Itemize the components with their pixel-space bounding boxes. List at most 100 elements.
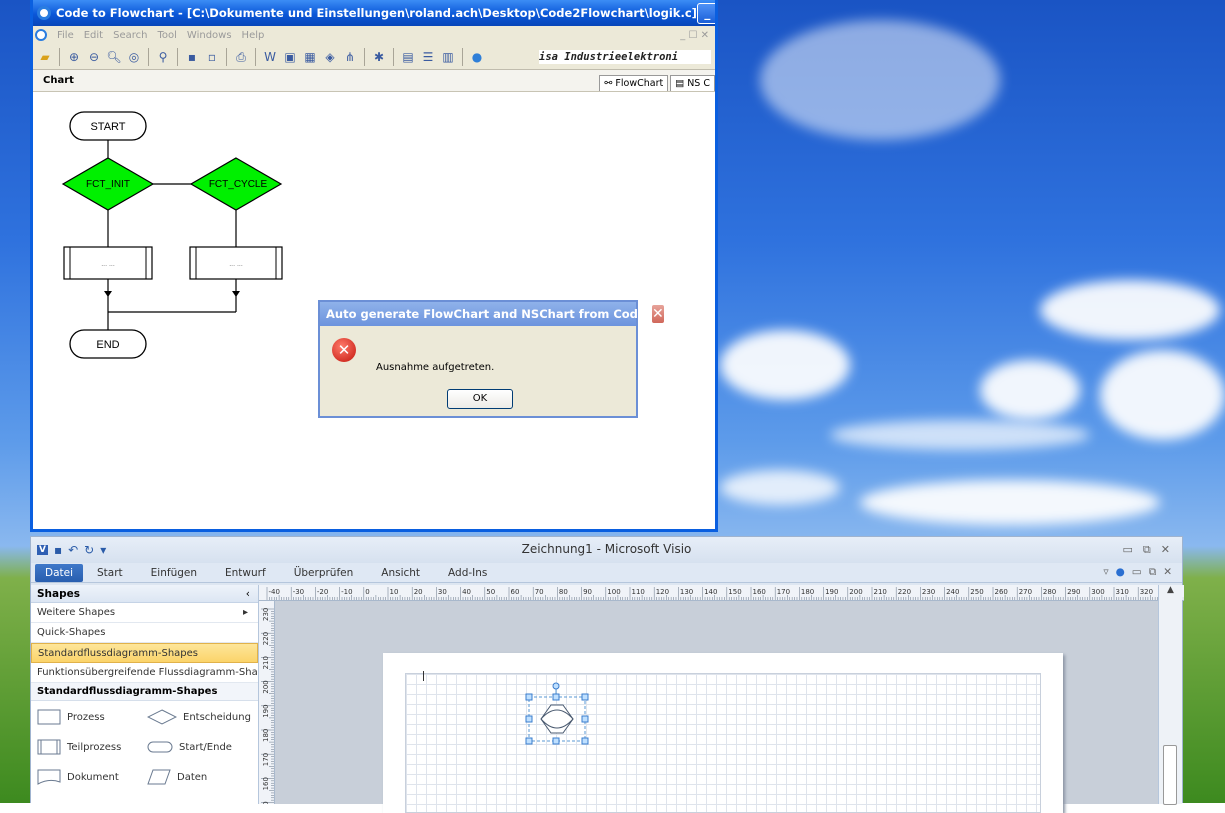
zoom-in-icon[interactable]: ⊕ <box>66 49 82 65</box>
ok-button[interactable]: OK <box>447 389 513 409</box>
fct-init-label: FCT_INIT <box>86 179 130 190</box>
ruler-h-label: 160 <box>753 588 766 596</box>
save-icon[interactable]: ▪ <box>54 543 62 557</box>
tab-nschart[interactable]: ▤ NS C <box>670 75 715 91</box>
ruler-h-label: 90 <box>583 588 592 596</box>
open-folder-icon[interactable]: ▰ <box>37 49 53 65</box>
visio-restore-button[interactable]: ⧉ <box>1143 543 1151 557</box>
ribbon-collapse-icon[interactable]: ▿ <box>1103 566 1108 579</box>
shape-dokument[interactable]: Dokument <box>37 769 147 785</box>
menu-windows[interactable]: Windows <box>187 30 232 41</box>
shape-entscheidung[interactable]: Entscheidung <box>147 709 257 725</box>
stencil-standardflussdiagramm[interactable]: Standardflussdiagramm-Shapes <box>31 643 258 663</box>
ruler-v-label: 220 <box>262 632 270 645</box>
tree-icon[interactable]: ⋔ <box>342 49 358 65</box>
process-1-label: ... ... <box>101 261 115 268</box>
visio-minimize-button[interactable]: ▭ <box>1123 543 1133 557</box>
ruler-h-label: 180 <box>801 588 814 596</box>
tab-add-ins[interactable]: Add-Ins <box>434 567 501 579</box>
end-label: END <box>96 339 119 351</box>
tab-datei[interactable]: Datei <box>35 563 84 582</box>
print-icon[interactable]: ⎙ <box>233 49 249 65</box>
help-icon[interactable]: ● <box>1116 566 1125 579</box>
stencil-funktionsuebergreifend[interactable]: Funktionsübergreifende Flussdiagramm-Sha… <box>31 663 258 683</box>
minimize-button[interactable]: _ <box>696 2 715 24</box>
ruler-h-label: 220 <box>898 588 911 596</box>
doc-restore-icon[interactable]: ⧉ <box>1149 566 1157 579</box>
doc-minimize-icon[interactable]: ▭ <box>1132 566 1142 579</box>
menubar: File Edit Search Tool Windows Help _ ☐ ✕ <box>33 26 715 44</box>
export-word-icon[interactable]: W <box>262 49 278 65</box>
settings-icon[interactable]: ✱ <box>371 49 387 65</box>
ruler-h-label: 320 <box>1140 588 1153 596</box>
zoom-icon[interactable]: 🔍︎ <box>106 49 122 65</box>
tab-entwurf[interactable]: Entwurf <box>211 567 280 579</box>
export-visio-icon[interactable]: ◈ <box>322 49 338 65</box>
ruler-h-label: 200 <box>849 588 862 596</box>
tab-ueberpruefen[interactable]: Überprüfen <box>280 567 368 579</box>
quick-shapes[interactable]: Quick-Shapes <box>31 623 258 643</box>
tab-einfuegen[interactable]: Einfügen <box>137 567 211 579</box>
menu-tool[interactable]: Tool <box>157 30 176 41</box>
shape-teilprozess[interactable]: Teilprozess <box>37 739 147 755</box>
ruler-h-label: -40 <box>269 588 280 596</box>
weitere-shapes[interactable]: Weitere Shapes ▸ <box>31 603 258 623</box>
export-bitmap-icon[interactable]: ▦ <box>302 49 318 65</box>
flowchart-window-titlebar[interactable]: Code to Flowchart - [C:\Dokumente und Ei… <box>33 0 715 26</box>
vertical-scrollbar[interactable]: ▲ <box>1158 585 1182 805</box>
ruler-v-label: 170 <box>262 753 270 766</box>
tab-start[interactable]: Start <box>83 567 137 579</box>
ribbon-tabs: Datei Start Einfügen Entwurf Überprüfen … <box>31 563 1182 583</box>
tab-ansicht[interactable]: Ansicht <box>367 567 434 579</box>
tab-flowchart[interactable]: ⚯ FlowChart <box>599 75 669 91</box>
drawing-canvas[interactable] <box>275 601 1160 813</box>
drawing-page[interactable] <box>383 653 1063 813</box>
save-as-icon[interactable]: ▫ <box>204 49 220 65</box>
ruler-h-label: 50 <box>486 588 495 596</box>
mdi-controls[interactable]: _ ☐ ✕ <box>680 30 709 41</box>
ruler-v-label: 210 <box>262 656 270 669</box>
menu-search[interactable]: Search <box>113 30 147 41</box>
help-icon[interactable]: ● <box>469 49 485 65</box>
zoom-out-icon[interactable]: ⊖ <box>86 49 102 65</box>
ruler-h-label: 250 <box>970 588 983 596</box>
shape-daten[interactable]: Daten <box>147 769 257 785</box>
ruler-h-label: 30 <box>438 588 447 596</box>
submenu-arrow-icon: ▸ <box>242 607 248 618</box>
customize-qat-icon[interactable]: ▾ <box>100 543 106 557</box>
save-icon[interactable]: ▪ <box>184 49 200 65</box>
visio-window: V ▪ ↶ ↻ ▾ Zeichnung1 - Microsoft Visio ▭… <box>30 536 1184 813</box>
dialog-close-button[interactable]: ✕ <box>650 304 665 324</box>
layout-icon[interactable]: ▤ <box>400 49 416 65</box>
columns-icon[interactable]: ▥ <box>440 49 456 65</box>
panel-title: Chart <box>43 75 74 86</box>
ruler-h-label: 210 <box>874 588 887 596</box>
scroll-thumb[interactable] <box>1163 745 1177 805</box>
dialog-titlebar[interactable]: Auto generate FlowChart and NSChart from… <box>320 302 665 326</box>
menu-app-icon <box>35 29 47 41</box>
shape-start-ende[interactable]: Start/Ende <box>147 739 257 755</box>
menu-help[interactable]: Help <box>242 30 265 41</box>
ruler-h-label: 40 <box>462 588 471 596</box>
collapse-pane-icon[interactable]: ‹ <box>246 588 250 600</box>
undo-icon[interactable]: ↶ <box>68 543 78 557</box>
visio-close-button[interactable]: ✕ <box>1161 543 1170 557</box>
visio-titlebar[interactable]: V ▪ ↶ ↻ ▾ Zeichnung1 - Microsoft Visio ▭… <box>31 537 1182 563</box>
find-icon[interactable]: ⚲ <box>155 49 171 65</box>
ruler-h-label: 140 <box>704 588 717 596</box>
menu-edit[interactable]: Edit <box>84 30 103 41</box>
shape-prozess[interactable]: Prozess <box>37 709 147 725</box>
vertical-ruler: 230220210200190180170160150 <box>259 601 275 804</box>
visio-app-icon: V <box>37 545 48 555</box>
ruler-v-label: 160 <box>262 777 270 790</box>
redo-icon[interactable]: ↻ <box>84 543 94 557</box>
ruler-h-label: 10 <box>390 588 399 596</box>
selected-shape[interactable] <box>521 681 591 749</box>
doc-close-icon[interactable]: ✕ <box>1163 566 1172 579</box>
export-image-icon[interactable]: ▣ <box>282 49 298 65</box>
menu-file[interactable]: File <box>57 30 74 41</box>
ruler-h-label: 130 <box>680 588 693 596</box>
scroll-up-icon[interactable]: ▲ <box>1159 585 1182 595</box>
list-icon[interactable]: ☰ <box>420 49 436 65</box>
zoom-fit-icon[interactable]: ◎ <box>126 49 142 65</box>
